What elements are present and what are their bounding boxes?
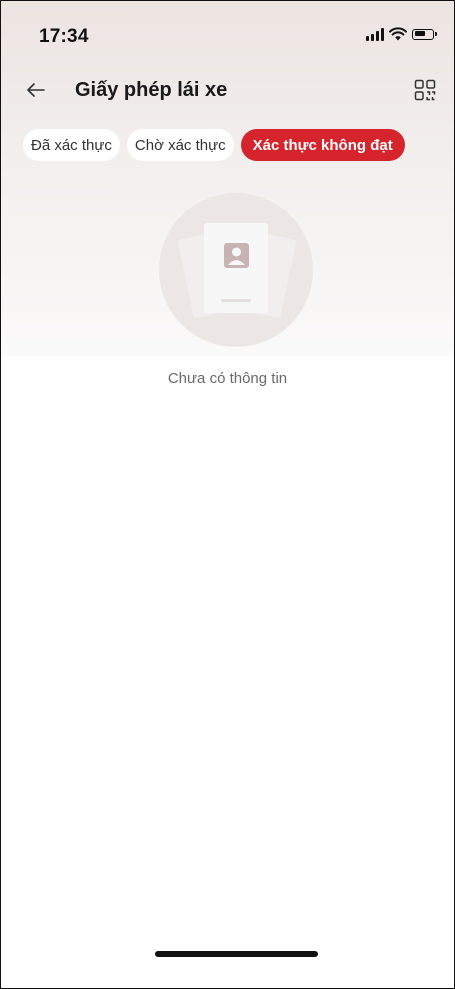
- tab-pending[interactable]: Chờ xác thực: [126, 129, 234, 161]
- status-icons: [366, 27, 437, 41]
- signal-icon: [366, 27, 384, 41]
- arrow-left-icon: [27, 83, 45, 97]
- tab-label: Chờ xác thực: [134, 136, 226, 154]
- tab-failed[interactable]: Xác thực không đạt: [240, 129, 405, 161]
- back-button[interactable]: [21, 75, 51, 105]
- tab-label: Đã xác thực: [31, 136, 112, 154]
- app-bar: Giấy phép lái xe: [1, 69, 454, 113]
- qr-scan-icon: [414, 79, 436, 101]
- tab-label: Xác thực không đạt: [252, 136, 393, 154]
- home-indicator[interactable]: [155, 951, 318, 957]
- id-card-placeholder-icon: [159, 193, 313, 347]
- battery-icon: [412, 28, 437, 40]
- page-title: Giấy phép lái xe: [75, 79, 228, 101]
- phone-screen: 17:34 Giấy phép lái xe Đã xác thực Chờ x…: [0, 0, 455, 989]
- status-time: 17:34: [39, 26, 89, 47]
- tab-verified[interactable]: Đã xác thực: [23, 129, 120, 161]
- status-bar: 17:34: [1, 1, 454, 61]
- status-tabs: Đã xác thực Chờ xác thực Xác thực không …: [23, 129, 405, 161]
- empty-state-message: Chưa có thông tin: [167, 370, 288, 387]
- wifi-icon: [389, 27, 407, 41]
- qr-scan-button[interactable]: [410, 75, 440, 105]
